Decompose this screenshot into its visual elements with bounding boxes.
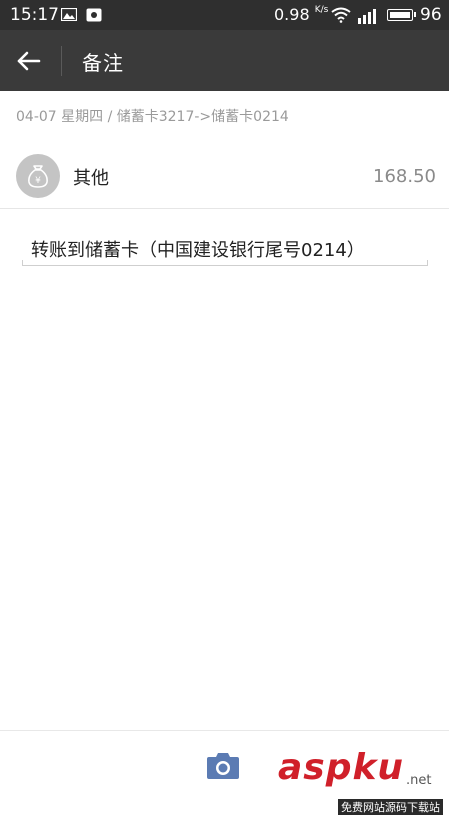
row-divider: [0, 208, 449, 209]
page-title: 备注: [82, 51, 124, 75]
watermark-sub: 免费网站源码下载站: [338, 799, 443, 815]
category-row: ¥ 其他 168.50: [0, 140, 449, 210]
camera-button[interactable]: [205, 751, 241, 781]
watermark-net: .net: [406, 773, 432, 788]
status-bar: 15:17 0.98 K/s 96: [0, 0, 449, 30]
watermark-brand: aspku: [278, 747, 405, 788]
watermark-logo: aspku .net 免费网站源码下载站: [278, 747, 449, 815]
memo-input[interactable]: 转账到储蓄卡（中国建设银行尾号0214）: [22, 228, 428, 266]
status-time: 15:17: [10, 5, 59, 25]
camera-icon: [207, 753, 239, 779]
app-notification-icon: [86, 8, 102, 22]
network-speed: 0.98 K/s: [274, 5, 329, 24]
category-name: 其他: [73, 168, 109, 189]
arrow-left-icon: [17, 51, 41, 71]
svg-text:¥: ¥: [35, 176, 41, 186]
signal-icon: [358, 9, 376, 24]
battery-icon: [387, 9, 416, 21]
record-breadcrumb: 04-07 星期四 / 储蓄卡3217->储蓄卡0214: [16, 109, 289, 125]
wifi-icon: [331, 7, 351, 23]
app-bar-divider: [61, 46, 62, 76]
battery-level: 96: [420, 5, 442, 25]
app-bar: 备注: [0, 30, 449, 91]
bottom-toolbar: aspku .net 免费网站源码下载站: [0, 730, 449, 815]
back-button[interactable]: [10, 44, 48, 78]
memo-text: 转账到储蓄卡（中国建设银行尾号0214）: [31, 240, 365, 261]
image-notification-icon: [61, 8, 77, 21]
money-bag-icon: ¥: [16, 154, 60, 198]
amount-value: 168.50: [373, 166, 436, 187]
